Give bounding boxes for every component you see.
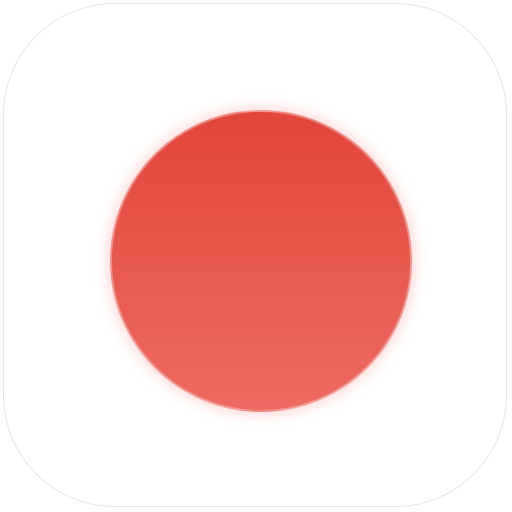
record-icon (110, 110, 412, 412)
app-icon-tile[interactable] (3, 3, 507, 507)
